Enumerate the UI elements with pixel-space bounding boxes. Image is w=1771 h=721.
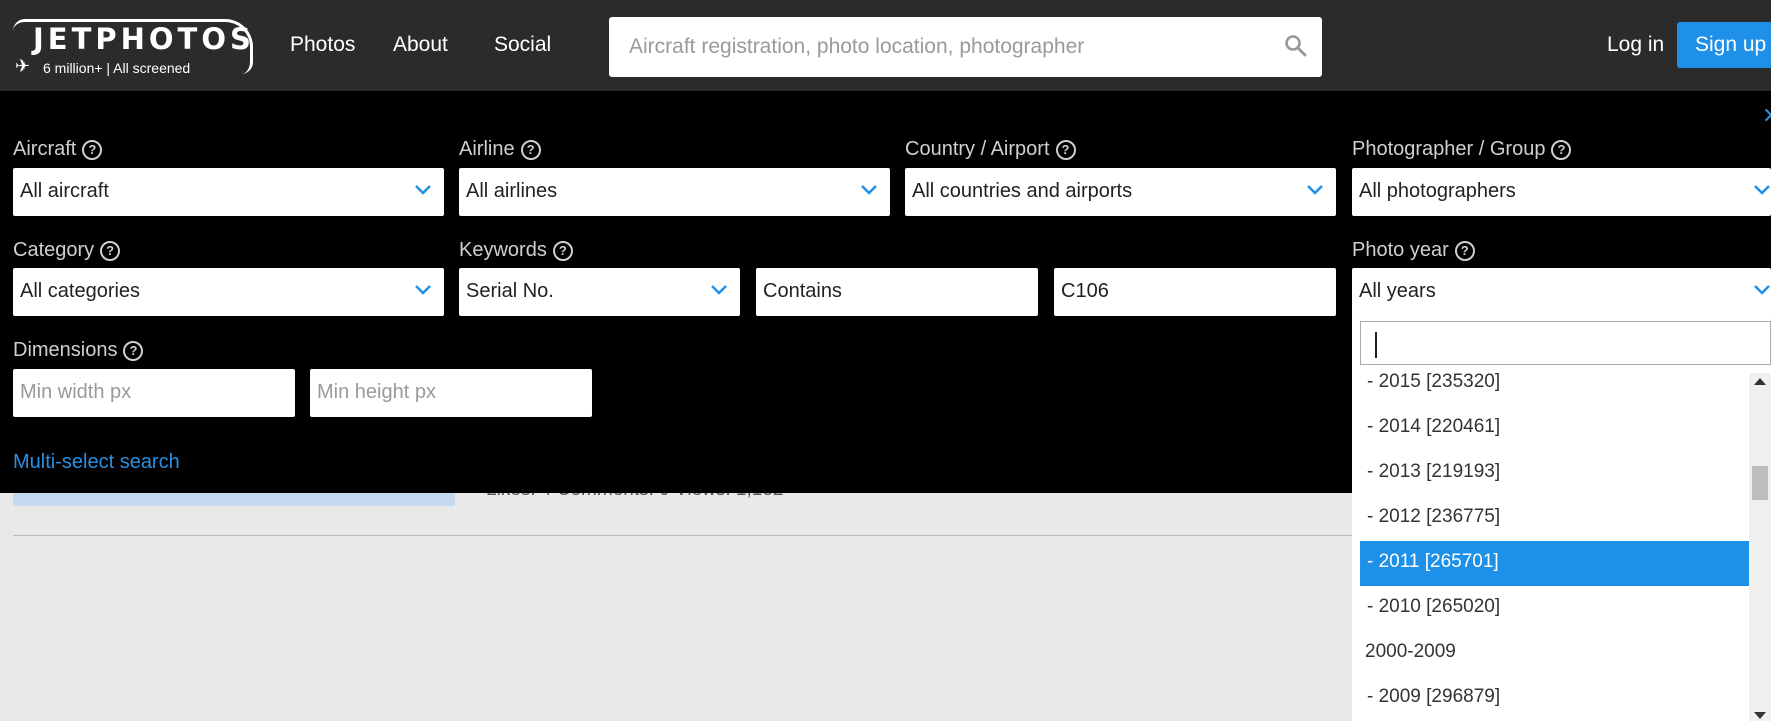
search-input[interactable] [629, 35, 1249, 59]
photographer-label: Photographer / Group? [1352, 138, 1572, 161]
help-icon[interactable]: ? [1551, 139, 1572, 160]
search-box [609, 17, 1322, 77]
year-option[interactable]: - 2010 [265020] [1360, 586, 1749, 631]
help-icon[interactable]: ? [1055, 139, 1076, 160]
country-airport-select-value: All countries and airports [912, 180, 1133, 202]
help-icon[interactable]: ? [100, 240, 121, 261]
signup-button[interactable]: Sign up [1677, 22, 1771, 68]
logo-tagline: 6 million+ | All screened [43, 60, 191, 76]
search-icon[interactable] [1284, 34, 1308, 58]
keyword-field-value: Serial No. [466, 280, 554, 302]
aircraft-select-value: All aircraft [20, 180, 109, 202]
year-option[interactable]: - 2013 [219193] [1360, 451, 1749, 496]
help-icon[interactable]: ? [1454, 240, 1475, 261]
keyword-operator-select[interactable]: Contains [756, 268, 1038, 316]
plane-icon: ✈ [15, 56, 31, 77]
country-airport-label: Country / Airport? [905, 138, 1076, 161]
airline-label: Airline? [459, 138, 541, 161]
divider [13, 535, 1353, 536]
help-icon[interactable]: ? [552, 240, 573, 261]
dropdown-scrollbar[interactable] [1749, 373, 1771, 721]
help-icon[interactable]: ? [82, 139, 103, 160]
dimensions-label: Dimensions? [13, 339, 144, 362]
year-option[interactable]: - 2014 [220461] [1360, 406, 1749, 451]
year-option[interactable]: - 2009 [296879] [1360, 676, 1749, 721]
nav-about[interactable]: About [393, 33, 448, 57]
photographer-select[interactable]: All photographers [1352, 168, 1771, 216]
help-icon[interactable]: ? [123, 340, 144, 361]
logo-text: JETPHOTOS [33, 22, 255, 56]
dropdown-search-input[interactable] [1360, 321, 1771, 365]
year-option-selected[interactable]: - 2011 [265701] [1360, 541, 1749, 586]
year-option[interactable]: - 2012 [236775] [1360, 496, 1749, 541]
chevron-down-icon [1754, 185, 1770, 195]
min-width-input[interactable]: Min width px [13, 369, 295, 417]
country-airport-select[interactable]: All countries and airports [905, 168, 1336, 216]
category-select[interactable]: All categories [13, 268, 444, 316]
chevron-down-icon [415, 285, 431, 295]
year-group-header: 2000-2009 [1365, 641, 1456, 662]
category-select-value: All categories [20, 280, 141, 302]
scrollbar-thumb[interactable] [1752, 466, 1768, 500]
scroll-up-icon[interactable] [1754, 378, 1766, 385]
photo-year-label: Photo year? [1352, 239, 1475, 262]
photo-year-select-value: All years [1359, 280, 1436, 302]
airline-select[interactable]: All airlines [459, 168, 890, 216]
photo-year-select[interactable]: All years [1352, 268, 1771, 316]
chevron-down-icon [1307, 185, 1323, 195]
close-icon[interactable]: ✕ [1762, 104, 1771, 129]
top-navigation: JETPHOTOS ✈ 6 million+ | All screened Ph… [0, 0, 1771, 91]
login-link[interactable]: Log in [1607, 33, 1664, 57]
year-option[interactable]: - 2015 [235320] [1360, 361, 1749, 406]
aircraft-select[interactable]: All aircraft [13, 168, 444, 216]
photo-year-dropdown: - 2015 [235320] - 2014 [220461] - 2013 [… [1352, 315, 1771, 721]
chevron-down-icon [711, 285, 727, 295]
keyword-value-input[interactable]: C106 [1054, 268, 1336, 316]
photographer-select-value: All photographers [1359, 180, 1516, 202]
nav-photos[interactable]: Photos [290, 33, 355, 57]
multi-select-search-link[interactable]: Multi-select search [13, 451, 180, 474]
aircraft-label: Aircraft? [13, 138, 103, 161]
min-height-input[interactable]: Min height px [310, 369, 592, 417]
category-label: Category? [13, 239, 121, 262]
keyword-field-select[interactable]: Serial No. [459, 268, 740, 316]
airline-select-value: All airlines [466, 180, 558, 202]
chevron-down-icon [861, 185, 877, 195]
scroll-down-icon[interactable] [1754, 712, 1766, 719]
chevron-down-icon [1754, 285, 1770, 295]
jetphotos-logo[interactable]: JETPHOTOS ✈ 6 million+ | All screened [13, 19, 255, 77]
help-icon[interactable]: ? [520, 139, 541, 160]
keywords-label: Keywords? [459, 239, 573, 262]
nav-social[interactable]: Social [494, 33, 551, 57]
chevron-down-icon [415, 185, 431, 195]
text-cursor [1375, 332, 1377, 358]
